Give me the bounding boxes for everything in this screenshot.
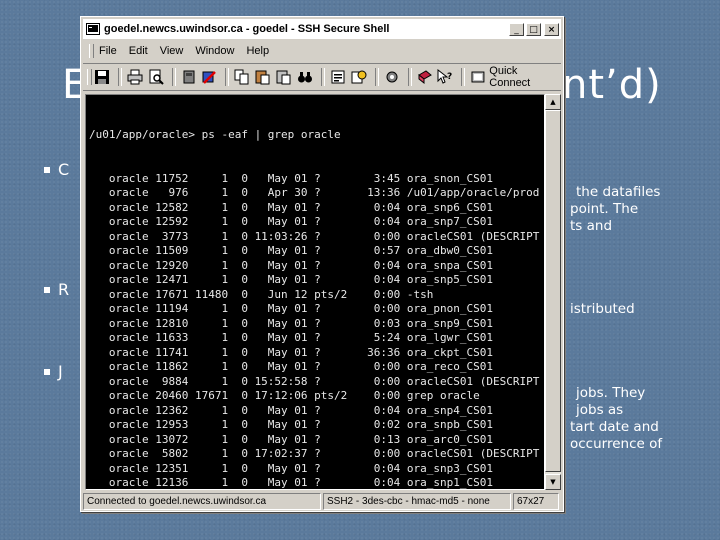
- status-connection: Connected to goedel.newcs.uwindsor.ca: [83, 493, 321, 510]
- terminal-process-row: oracle 11741 1 0 May 01 ? 36:36 ora_ckpt…: [89, 345, 493, 359]
- slide-bullet-1: C: [44, 160, 69, 179]
- terminal-process-row: oracle 11862 1 0 May 01 ? 0:00 ora_reco_…: [89, 360, 493, 373]
- terminal-process-row: oracle 5802 1 0 17:02:37 ? 0:00 oracleCS…: [89, 447, 540, 460]
- scrollbar-thumb[interactable]: [545, 110, 561, 472]
- terminal-process-row: oracle 11509 1 0 May 01 ? 0:57 ora_dbw0_…: [89, 244, 493, 257]
- quick-connect-label: Quick Connect: [489, 65, 531, 89]
- minimize-button[interactable]: _: [509, 22, 524, 36]
- terminal-process-row: oracle 11194 1 0 May 01 ? 0:00 ora_pnon_…: [89, 302, 493, 315]
- slide-text-line: jobs. They: [576, 385, 646, 401]
- toolbar-separator: [225, 68, 230, 86]
- terminal-process-row: oracle 3773 1 0 11:03:26 ? 0:00 oracleCS…: [89, 229, 540, 243]
- terminal-process-row: oracle 12953 1 0 May 01 ? 0:02 ora_snpb_…: [89, 418, 493, 431]
- quick-connect-icon: [471, 71, 485, 83]
- terminal-process-row: oracle 13072 1 0 May 01 ? 0:13 ora_arc0_…: [89, 432, 493, 446]
- bullet-square-icon: [44, 166, 50, 173]
- terminal-process-row: oracle 9884 1 0 15:52:58 ? 0:00 oracleCS…: [89, 374, 540, 388]
- save-icon[interactable]: [93, 68, 111, 86]
- slide-text-line: ts and: [570, 218, 613, 234]
- bullet-square-icon: [44, 368, 50, 375]
- menu-grip: [89, 44, 94, 58]
- terminal-process-row: oracle 11752 1 0 May 01 ? 3:45 ora_snon_…: [89, 171, 493, 185]
- maximize-button[interactable]: □: [526, 22, 541, 36]
- print-icon[interactable]: [126, 68, 144, 86]
- ssh-window: goedel.newcs.uwindsor.ca - goedel - SSH …: [80, 16, 564, 512]
- bullet-square-icon: [44, 286, 50, 293]
- whats-this-icon[interactable]: ?: [436, 68, 454, 86]
- status-cipher: SSH2 - 3des-cbc - hmac-md5 - none: [323, 493, 511, 510]
- toolbar-grip: [87, 69, 92, 85]
- menu-bar: File Edit View Window Help: [83, 41, 561, 61]
- terminal-process-row: oracle 12582 1 0 May 01 ? 0:04 ora_snp6_…: [89, 200, 493, 214]
- toolbar: ? Quick Connect: [83, 63, 561, 91]
- quick-connect-button[interactable]: Quick Connect: [471, 65, 561, 89]
- status-terminal-size: 67x27: [513, 493, 559, 510]
- toolbar-separator: [117, 68, 122, 86]
- terminal-process-row: oracle 12351 1 0 May 01 ? 0:04 ora_snp3_…: [89, 461, 493, 475]
- terminal-area[interactable]: /u01/app/oracle> ps -eaf | grep oracle o…: [85, 94, 545, 490]
- terminal-process-row: oracle 12136 1 0 May 01 ? 0:04 ora_snp1_…: [89, 476, 493, 489]
- toolbar-separator: [171, 68, 176, 86]
- slide-bullet-3: J: [44, 362, 63, 381]
- terminal-process-row: oracle 12471 1 0 May 01 ? 0:04 ora_snp5_…: [89, 273, 493, 286]
- terminal-process-row: oracle 12592 1 0 May 01 ? 0:04 ora_snp7_…: [89, 215, 493, 228]
- terminal-process-row: oracle 20460 17671 0 17:12:06 pts/2 0:00…: [89, 389, 480, 402]
- menu-view[interactable]: View: [160, 45, 184, 57]
- toolbar-separator: [320, 68, 325, 86]
- key-icon[interactable]: [180, 68, 198, 86]
- menu-help[interactable]: Help: [246, 45, 269, 57]
- slide-bullet-2: R: [44, 280, 69, 299]
- slide-text-line: tart date and: [570, 419, 659, 435]
- toolbar-separator: [374, 68, 379, 86]
- status-bar: Connected to goedel.newcs.uwindsor.ca SS…: [83, 493, 561, 511]
- vertical-scrollbar[interactable]: ▲ ▼: [545, 94, 561, 490]
- scroll-up-button[interactable]: ▲: [545, 94, 561, 110]
- menu-edit[interactable]: Edit: [129, 45, 148, 57]
- scroll-down-button[interactable]: ▼: [545, 474, 561, 490]
- toolbar-separator: [461, 68, 466, 86]
- menu-window[interactable]: Window: [195, 45, 234, 57]
- slide-title-right: nt’d): [562, 62, 662, 108]
- window-title: goedel.newcs.uwindsor.ca - goedel - SSH …: [104, 23, 390, 35]
- print-preview-icon[interactable]: [147, 68, 165, 86]
- disconnect-icon[interactable]: [201, 68, 219, 86]
- terminal-process-row: oracle 12362 1 0 May 01 ? 0:04 ora_snp4_…: [89, 403, 493, 417]
- settings-icon[interactable]: [329, 68, 347, 86]
- paste-special-icon[interactable]: [275, 68, 293, 86]
- paste-icon[interactable]: [254, 68, 272, 86]
- terminal-app-icon: [86, 23, 100, 35]
- terminal-command-line: /u01/app/oracle> ps -eaf | grep oracle: [89, 128, 341, 141]
- profiles-icon[interactable]: [350, 68, 368, 86]
- terminal-process-row: oracle 976 1 0 Apr 30 ? 13:36 /u01/app/o…: [89, 186, 540, 199]
- menu-file[interactable]: File: [99, 45, 117, 57]
- svg-text:?: ?: [447, 72, 452, 82]
- terminal-output: /u01/app/oracle> ps -eaf | grep oracle o…: [89, 99, 544, 489]
- slide-text-line: the datafiles: [576, 184, 661, 200]
- help-icon[interactable]: [416, 68, 434, 86]
- slide-text-line: jobs as: [576, 402, 624, 418]
- close-button[interactable]: ×: [544, 22, 559, 36]
- find-icon[interactable]: [296, 68, 314, 86]
- terminal-process-row: oracle 12920 1 0 May 01 ? 0:04 ora_snpa_…: [89, 258, 493, 272]
- terminal-process-row: oracle 11633 1 0 May 01 ? 5:24 ora_lgwr_…: [89, 331, 493, 344]
- terminal-process-row: oracle 12810 1 0 May 01 ? 0:03 ora_snp9_…: [89, 316, 493, 330]
- slide-text-line: istributed: [570, 301, 635, 317]
- slide-text-line: point. The: [570, 201, 639, 217]
- terminal-process-row: oracle 17671 11480 0 Jun 12 pts/2 0:00 -…: [89, 287, 434, 301]
- title-bar[interactable]: goedel.newcs.uwindsor.ca - goedel - SSH …: [83, 19, 561, 39]
- copy-icon[interactable]: [233, 68, 251, 86]
- sftp-icon[interactable]: [383, 68, 401, 86]
- slide-text-line: occurrence of: [570, 436, 663, 452]
- toolbar-separator: [407, 68, 412, 86]
